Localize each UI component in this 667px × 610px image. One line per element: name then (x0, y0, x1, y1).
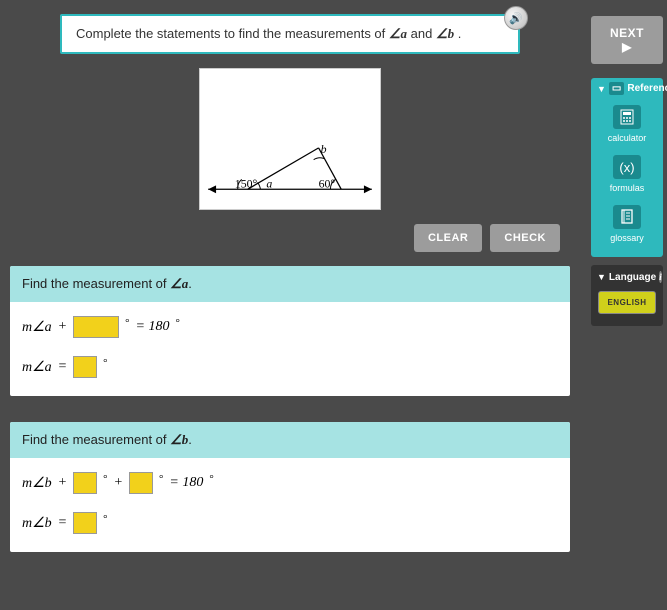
book-icon: ▭ (609, 82, 624, 95)
chevron-down-icon: ▼ (597, 272, 606, 282)
eq-b2: m∠b = ° (22, 512, 558, 534)
language-panel: ▼ Language i ENGLISH (591, 265, 663, 326)
input-b3[interactable] (73, 512, 97, 534)
language-header[interactable]: ▼ Language i (597, 271, 657, 283)
label-a: a (266, 176, 272, 190)
section-b-header: Find the measurement of ∠b. (10, 422, 570, 458)
eq-a1: m∠a + ° = 180° (22, 316, 558, 338)
reference-panel: ▼ ▭ Reference calculator (x) formulas gl… (591, 78, 663, 257)
section-a-header: Find the measurement of ∠a. (10, 266, 570, 302)
glossary-icon (613, 205, 641, 229)
instruction-box: Complete the statements to find the meas… (60, 14, 520, 54)
figure-box: 150° a 60° b (199, 68, 381, 210)
angle-60: 60° (319, 176, 336, 190)
formulas-item[interactable]: (x) formulas (591, 149, 663, 199)
angle-150: 150° (235, 176, 258, 190)
instruction-var-a: ∠a (389, 26, 407, 41)
chevron-down-icon: ▼ (597, 84, 606, 94)
input-b1[interactable] (73, 472, 97, 494)
input-a1[interactable] (73, 316, 119, 338)
input-a2[interactable] (73, 356, 97, 378)
input-b2[interactable] (129, 472, 153, 494)
instruction-text: Complete the statements to find the meas… (76, 26, 389, 41)
language-english-button[interactable]: ENGLISH (598, 291, 655, 314)
glossary-item[interactable]: glossary (591, 199, 663, 249)
reference-header[interactable]: ▼ ▭ Reference (591, 78, 663, 99)
eq-a2: m∠a = ° (22, 356, 558, 378)
calculator-icon (613, 105, 641, 129)
next-button[interactable]: NEXT ▶ (591, 16, 663, 64)
clear-button[interactable]: CLEAR (414, 224, 482, 252)
info-icon[interactable]: i (659, 271, 662, 283)
check-button[interactable]: CHECK (490, 224, 560, 252)
calculator-item[interactable]: calculator (591, 99, 663, 149)
section-b-panel: Find the measurement of ∠b. m∠b + ° + ° … (10, 422, 570, 552)
audio-icon[interactable]: 🔊 (504, 6, 528, 30)
section-a-panel: Find the measurement of ∠a. m∠a + ° = 18… (10, 266, 570, 396)
formulas-icon: (x) (613, 155, 641, 179)
eq-b1: m∠b + ° + ° = 180° (22, 472, 558, 494)
triangle-figure: 150° a 60° b (200, 69, 380, 209)
instruction-var-b: ∠b (436, 26, 454, 41)
label-b: b (321, 142, 327, 156)
